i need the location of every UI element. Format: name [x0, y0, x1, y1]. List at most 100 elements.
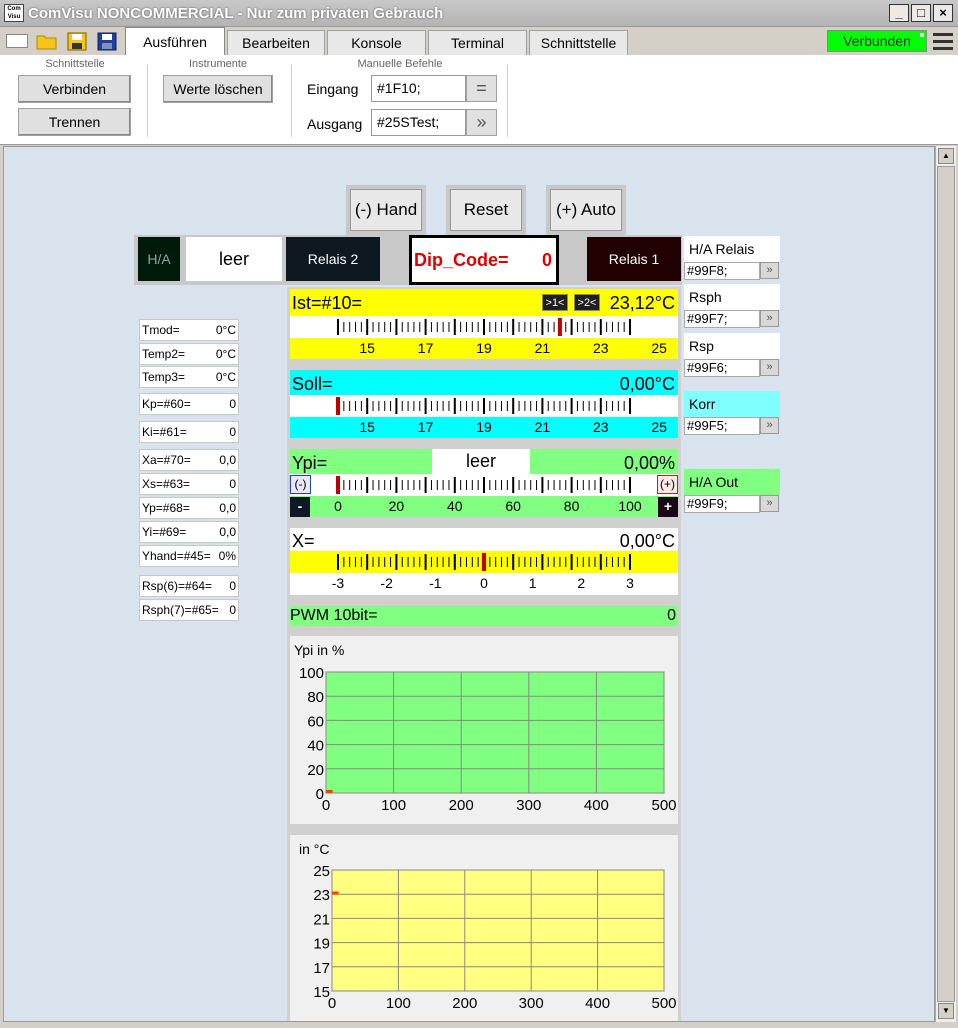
save-yellow-icon[interactable] — [66, 31, 88, 51]
scale-tick-label: 23 — [593, 419, 609, 435]
hand-button[interactable]: (-) Hand — [350, 189, 422, 231]
open-folder-icon[interactable] — [36, 31, 58, 51]
maximize-button[interactable]: □ — [911, 4, 931, 22]
x-tick-label: 400 — [584, 797, 609, 814]
ypi-decrease-button[interactable]: - — [290, 497, 310, 517]
dip-code-value: 0 — [541, 250, 552, 270]
send-input-button[interactable]: = — [466, 75, 497, 102]
scale-tick-label: 40 — [447, 498, 463, 514]
scale-tick-label: 17 — [417, 419, 434, 435]
side-left-label: Xs=#63= — [142, 477, 191, 491]
tab-konsole[interactable]: Konsole — [327, 30, 426, 55]
x-scale — [290, 551, 678, 573]
side-left-label: Rsp(6)=#64= — [142, 579, 213, 593]
reset-button[interactable]: Reset — [450, 189, 522, 231]
ist-btn2[interactable]: >2< — [574, 294, 600, 311]
side-right-send-button[interactable]: » — [760, 495, 779, 512]
scale-tick-label: 21 — [534, 340, 551, 356]
ypi-increase-button[interactable]: + — [658, 497, 678, 517]
side-left-value: 0 — [229, 603, 236, 617]
window-title: ComVisu NONCOMMERCIAL - Nur zum privaten… — [28, 5, 444, 22]
scale-marker — [336, 397, 340, 415]
side-right-send-button[interactable]: » — [760, 310, 779, 327]
dip-code-label: Dip_Code= — [414, 250, 509, 270]
scale-tick-label: 80 — [563, 498, 580, 514]
relais1-indicator: Relais 1 — [587, 237, 681, 281]
send-output-button[interactable]: » — [466, 109, 497, 136]
tab-ausfuehren[interactable]: Ausführen — [125, 27, 225, 55]
y-tick-label: 17 — [313, 960, 330, 977]
plot-area — [331, 869, 665, 992]
side-left-value: 0°C — [215, 370, 236, 384]
scroll-thumb[interactable] — [937, 166, 955, 1002]
tab-terminal[interactable]: Terminal — [428, 30, 527, 55]
output-label: Ausgang — [307, 116, 363, 132]
auto-button[interactable]: (+) Auto — [550, 189, 622, 231]
side-left-value-box: Xs=#63= 0 — [139, 473, 239, 495]
scale-tick-label: -1 — [429, 575, 442, 591]
save-blue-icon[interactable] — [96, 31, 118, 51]
connect-button[interactable]: Verbinden — [18, 75, 131, 103]
ypi-decrease-small-button[interactable]: (-) — [290, 475, 311, 494]
mode-text: leer — [186, 237, 282, 281]
scale-tick-label: 0 — [480, 575, 488, 591]
side-left-value: 0,0 — [219, 453, 236, 467]
ist-btn1[interactable]: >1< — [542, 294, 568, 311]
scroll-up-icon[interactable]: ▲ — [938, 148, 954, 164]
auto-button-frame: (+) Auto — [546, 185, 626, 235]
app-icon: Com Visu — [4, 4, 24, 22]
y-tick-label: 25 — [313, 863, 330, 880]
hand-button-frame: (-) Hand — [346, 185, 426, 235]
y-tick-label: 100 — [299, 665, 324, 682]
input-command-field[interactable]: #1F10; — [371, 75, 466, 102]
group-title-manual: Manuelle Befehle — [357, 58, 443, 70]
x-label: X= — [292, 531, 315, 551]
side-right-command-field[interactable]: #99F6; — [684, 359, 760, 377]
side-right-command-field[interactable]: #99F5; — [684, 417, 760, 435]
side-left-value-box: Xa=#70= 0,0 — [139, 449, 239, 471]
close-button[interactable]: × — [933, 4, 953, 22]
tab-bearbeiten[interactable]: Bearbeiten — [227, 30, 325, 55]
y-tick-label: 20 — [307, 762, 324, 779]
y-tick-label: 19 — [313, 936, 330, 953]
ypi-scale — [290, 474, 678, 496]
clear-values-button[interactable]: Werte löschen — [163, 75, 273, 103]
ypi-increase-small-button[interactable]: (+) — [657, 475, 678, 494]
side-right-send-button[interactable]: » — [760, 417, 779, 434]
ist-tick-labels: 15 17 19 21 23 25 — [290, 338, 678, 359]
side-left-value: 0°C — [215, 323, 236, 337]
x-tick-label: 300 — [519, 995, 544, 1012]
menu-icon[interactable] — [933, 32, 953, 50]
side-left-label: Yhand=#45= — [142, 549, 211, 563]
side-right-label: Rsph — [684, 284, 780, 310]
scroll-down-icon[interactable]: ▼ — [938, 1003, 954, 1019]
x-tick-label: 100 — [381, 797, 406, 814]
side-right-send-button[interactable]: » — [760, 262, 779, 279]
side-right-command-field[interactable]: #99F9; — [684, 495, 760, 513]
side-right-send-button[interactable]: » — [760, 359, 779, 376]
side-left-value-box: Temp3= 0°C — [139, 366, 239, 388]
ist-scale — [290, 316, 678, 338]
dip-code-box: Dip_Code= 0 — [409, 235, 559, 285]
new-file-icon[interactable] — [6, 34, 28, 48]
ypi-tick-labels: 0 20 40 60 80 100 — [290, 496, 678, 517]
output-command-field[interactable]: #25STest; — [371, 109, 466, 136]
side-left-value-box: Temp2= 0°C — [139, 343, 239, 365]
soll-tick-labels: 15 17 19 21 23 25 — [290, 417, 678, 438]
side-right-command-field[interactable]: #99F7; — [684, 310, 760, 328]
side-left-value: 0,0 — [219, 501, 236, 515]
scale-marker — [336, 476, 340, 494]
side-left-value: 0% — [218, 549, 236, 563]
soll-header: Soll= 0,00°C — [290, 370, 678, 395]
y-tick-label: 15 — [313, 984, 330, 1001]
disconnect-button[interactable]: Trennen — [18, 108, 131, 136]
scale-tick-label: 0 — [334, 498, 342, 514]
title-bar: Com Visu ComVisu NONCOMMERCIAL - Nur zum… — [0, 0, 958, 27]
minimize-button[interactable]: _ — [889, 4, 909, 22]
divider — [291, 65, 292, 137]
vertical-scrollbar[interactable]: ▲ ▼ — [935, 146, 956, 1022]
side-right-command-field[interactable]: #99F8; — [684, 262, 760, 280]
soll-value: 0,00°C — [619, 374, 675, 394]
group-title-schnittstelle: Schnittstelle — [45, 58, 105, 70]
tab-schnittstelle[interactable]: Schnittstelle — [529, 30, 628, 55]
